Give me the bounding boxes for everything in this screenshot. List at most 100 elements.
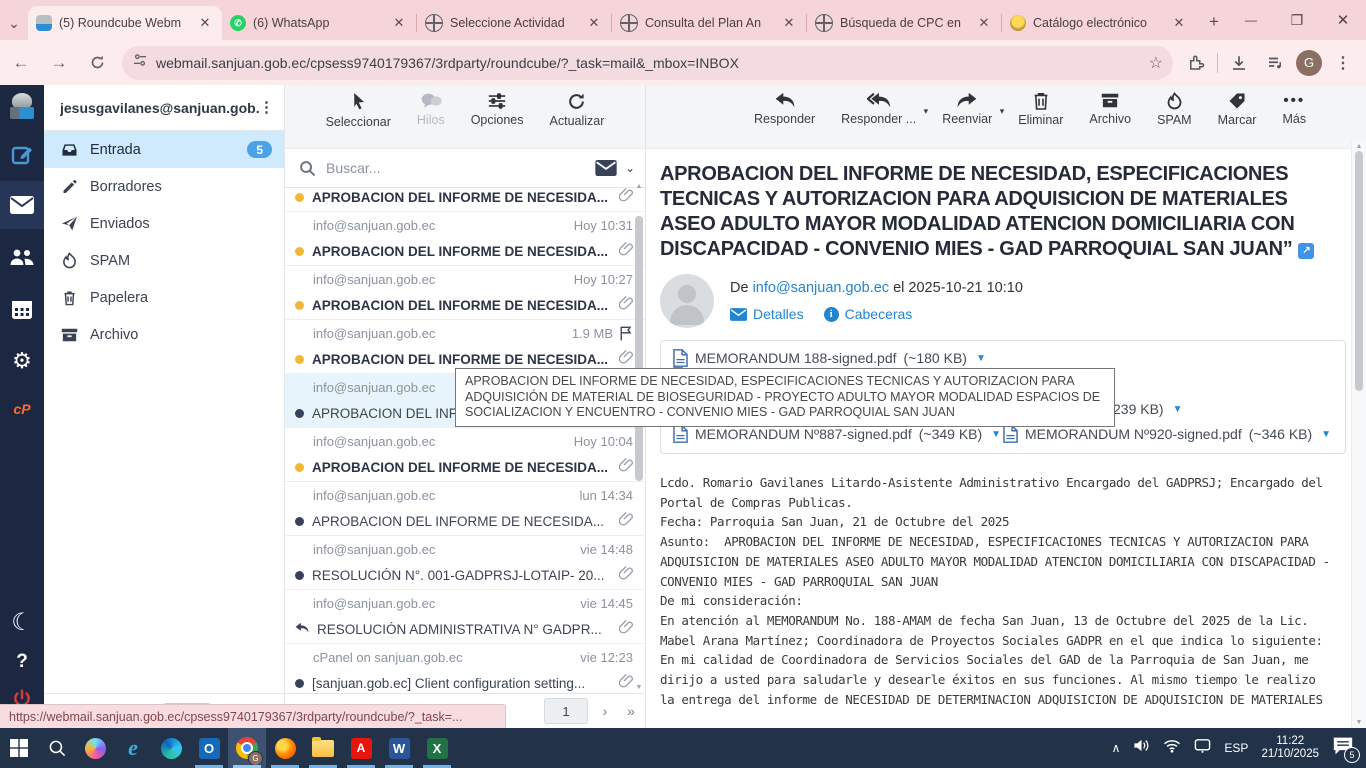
chrome-button[interactable]: G <box>228 728 266 768</box>
folder-papelera[interactable]: Papelera <box>44 279 284 316</box>
close-window-button[interactable]: ✕ <box>1320 0 1366 40</box>
extensions-icon[interactable] <box>1181 48 1211 78</box>
reader-scrollbar[interactable]: ▲ ▼ <box>1351 141 1366 728</box>
word-button[interactable]: W <box>380 728 418 768</box>
tab-roundcube[interactable]: (5) Roundcube Webm ✕ <box>28 6 222 40</box>
restore-button[interactable]: ❐ <box>1274 0 1320 40</box>
search-scope-mail-icon[interactable] <box>595 160 617 176</box>
display-icon[interactable] <box>1194 738 1211 758</box>
reply-all-caret-icon[interactable]: ▾ <box>924 106 929 117</box>
attachment-menu-caret-icon[interactable]: ▼ <box>976 353 986 364</box>
folder-archivo[interactable]: Archivo <box>44 316 284 353</box>
tab-busqueda-cpc[interactable]: Búsqueda de CPC en ✕ <box>807 6 1001 40</box>
reply-all-button[interactable]: Responder ... ▾ <box>841 92 916 126</box>
message-row[interactable]: info@sanjuan.gob.ecHoy 10:27 APROBACION … <box>285 266 645 320</box>
scroll-up-icon[interactable]: ▲ <box>1354 143 1364 150</box>
message-row[interactable]: info@sanjuan.gob.ecvie 14:45 RESOLUCIÓN … <box>285 590 645 644</box>
outlook-button[interactable]: O <box>190 728 228 768</box>
minimize-button[interactable]: — <box>1228 0 1274 40</box>
scroll-down-icon[interactable]: ▼ <box>634 684 644 691</box>
folder-borradores[interactable]: Borradores <box>44 168 284 205</box>
language-indicator[interactable]: ESP <box>1224 741 1248 755</box>
notification-center-button[interactable]: 5 <box>1332 736 1356 760</box>
search-placeholder[interactable]: Buscar... <box>326 160 595 176</box>
profile-avatar[interactable]: G <box>1296 50 1322 76</box>
flag-icon[interactable] <box>619 326 633 341</box>
url-text[interactable]: webmail.sanjuan.gob.ec/cpsess9740179367/… <box>156 55 1149 71</box>
attachment-item[interactable]: MEMORANDUM Nº887-signed.pdf (~349 KB) ▼ <box>673 425 1001 443</box>
back-icon[interactable]: ← <box>4 46 38 80</box>
acrobat-button[interactable]: A <box>342 728 380 768</box>
forward-caret-icon[interactable]: ▾ <box>1000 106 1005 117</box>
calendar-icon[interactable] <box>0 289 44 329</box>
message-row[interactable]: info@sanjuan.gob.ecHoy 10:04 APROBACION … <box>285 428 645 482</box>
open-in-new-window-icon[interactable]: ↗ <box>1298 243 1314 259</box>
select-button[interactable]: Seleccionar <box>326 92 391 129</box>
message-row[interactable]: info@sanjuan.gob.eclun 14:34 APROBACION … <box>285 482 645 536</box>
tab-close-icon[interactable]: ✕ <box>1170 14 1188 32</box>
excel-button[interactable]: X <box>418 728 456 768</box>
search-options-caret-icon[interactable]: ⌄ <box>625 161 635 175</box>
attachment-menu-caret-icon[interactable]: ▼ <box>1173 404 1183 415</box>
more-button[interactable]: ••• Más <box>1282 92 1306 126</box>
from-email-link[interactable]: info@sanjuan.gob.ec <box>753 280 889 296</box>
details-link[interactable]: Detalles <box>730 306 804 322</box>
folder-enviados[interactable]: Enviados <box>44 205 284 242</box>
tab-close-icon[interactable]: ✕ <box>196 14 214 32</box>
message-row[interactable]: info@sanjuan.gob.ecvie 14:48 RESOLUCIÓN … <box>285 536 645 590</box>
roundcube-logo-icon[interactable] <box>9 93 35 119</box>
dark-mode-moon-icon[interactable]: ☾ <box>11 611 33 635</box>
message-row[interactable]: info@sanjuan.gob.ecHoy 10:31 APROBACION … <box>285 212 645 266</box>
spam-button[interactable]: SPAM <box>1157 92 1192 127</box>
firefox-button[interactable] <box>266 728 304 768</box>
wifi-icon[interactable] <box>1163 739 1181 758</box>
forward-button[interactable]: Reenviar ▾ <box>942 92 992 126</box>
tab-close-icon[interactable]: ✕ <box>780 14 798 32</box>
internet-explorer-button[interactable]: e <box>114 728 152 768</box>
archive-button[interactable]: Archivo <box>1089 92 1131 126</box>
settings-gear-icon[interactable]: ⚙ <box>0 341 44 381</box>
volume-icon[interactable] <box>1133 738 1150 758</box>
attachment-item-partially-hidden[interactable]: 239 KB) ▼ <box>1113 401 1183 417</box>
new-tab-button[interactable]: + <box>1200 8 1228 36</box>
reading-list-icon[interactable] <box>1260 48 1290 78</box>
tab-whatsapp[interactable]: ✆ (6) WhatsApp ✕ <box>222 6 416 40</box>
bookmark-star-icon[interactable]: ☆ <box>1149 53 1163 73</box>
forward-icon[interactable]: → <box>42 46 76 80</box>
scroll-up-icon[interactable]: ▲ <box>634 183 644 190</box>
message-row[interactable]: cPanel on sanjuan.gob.ecvie 12:23 [sanju… <box>285 644 645 698</box>
reload-icon[interactable] <box>80 46 114 80</box>
attachment-menu-caret-icon[interactable]: ▼ <box>1321 429 1331 440</box>
message-row[interactable]: APROBACION DEL INFORME DE NECESIDA... <box>285 188 645 212</box>
tray-expand-icon[interactable]: ∧ <box>1112 741 1121 755</box>
attachment-menu-caret-icon[interactable]: ▼ <box>991 429 1001 440</box>
copilot-button[interactable] <box>76 728 114 768</box>
folder-entrada[interactable]: Entrada 5 <box>44 131 284 168</box>
message-row[interactable]: info@sanjuan.gob.ec 1.9 MB APROBACION DE… <box>285 320 645 374</box>
tab-search-chevron-icon[interactable]: ⌄ <box>0 6 28 40</box>
tab-consulta-plan[interactable]: Consulta del Plan An ✕ <box>612 6 806 40</box>
attachment-item[interactable]: MEMORANDUM Nº920-signed.pdf (~346 KB) ▼ <box>1003 425 1331 443</box>
start-button[interactable] <box>0 728 38 768</box>
account-menu-icon[interactable]: ⋮ <box>259 105 274 110</box>
downloads-icon[interactable] <box>1224 48 1254 78</box>
help-icon[interactable]: ? <box>16 651 28 673</box>
tab-close-icon[interactable]: ✕ <box>390 14 408 32</box>
next-page-icon[interactable]: › <box>592 703 618 719</box>
folder-spam[interactable]: SPAM <box>44 242 284 279</box>
site-info-icon[interactable] <box>132 52 148 73</box>
reply-button[interactable]: Responder <box>754 92 815 126</box>
edge-button[interactable] <box>152 728 190 768</box>
headers-link[interactable]: i Cabeceras <box>824 306 913 322</box>
options-button[interactable]: Opciones <box>471 92 524 127</box>
browser-menu-icon[interactable]: ⋮ <box>1328 48 1358 78</box>
taskbar-search-button[interactable] <box>38 728 76 768</box>
reader-scrollbar-thumb[interactable] <box>1355 151 1363 391</box>
mail-icon[interactable] <box>0 181 44 229</box>
threads-button[interactable]: Hilos <box>417 92 445 127</box>
refresh-button[interactable]: Actualizar <box>550 92 605 128</box>
contacts-icon[interactable] <box>0 237 44 277</box>
attachment-item[interactable]: MEMORANDUM 188-signed.pdf (~180 KB) ▼ <box>673 349 986 367</box>
account-header[interactable]: jesusgavilanes@sanjuan.gob.... ⋮ <box>44 85 284 131</box>
last-page-icon[interactable]: » <box>618 703 644 719</box>
